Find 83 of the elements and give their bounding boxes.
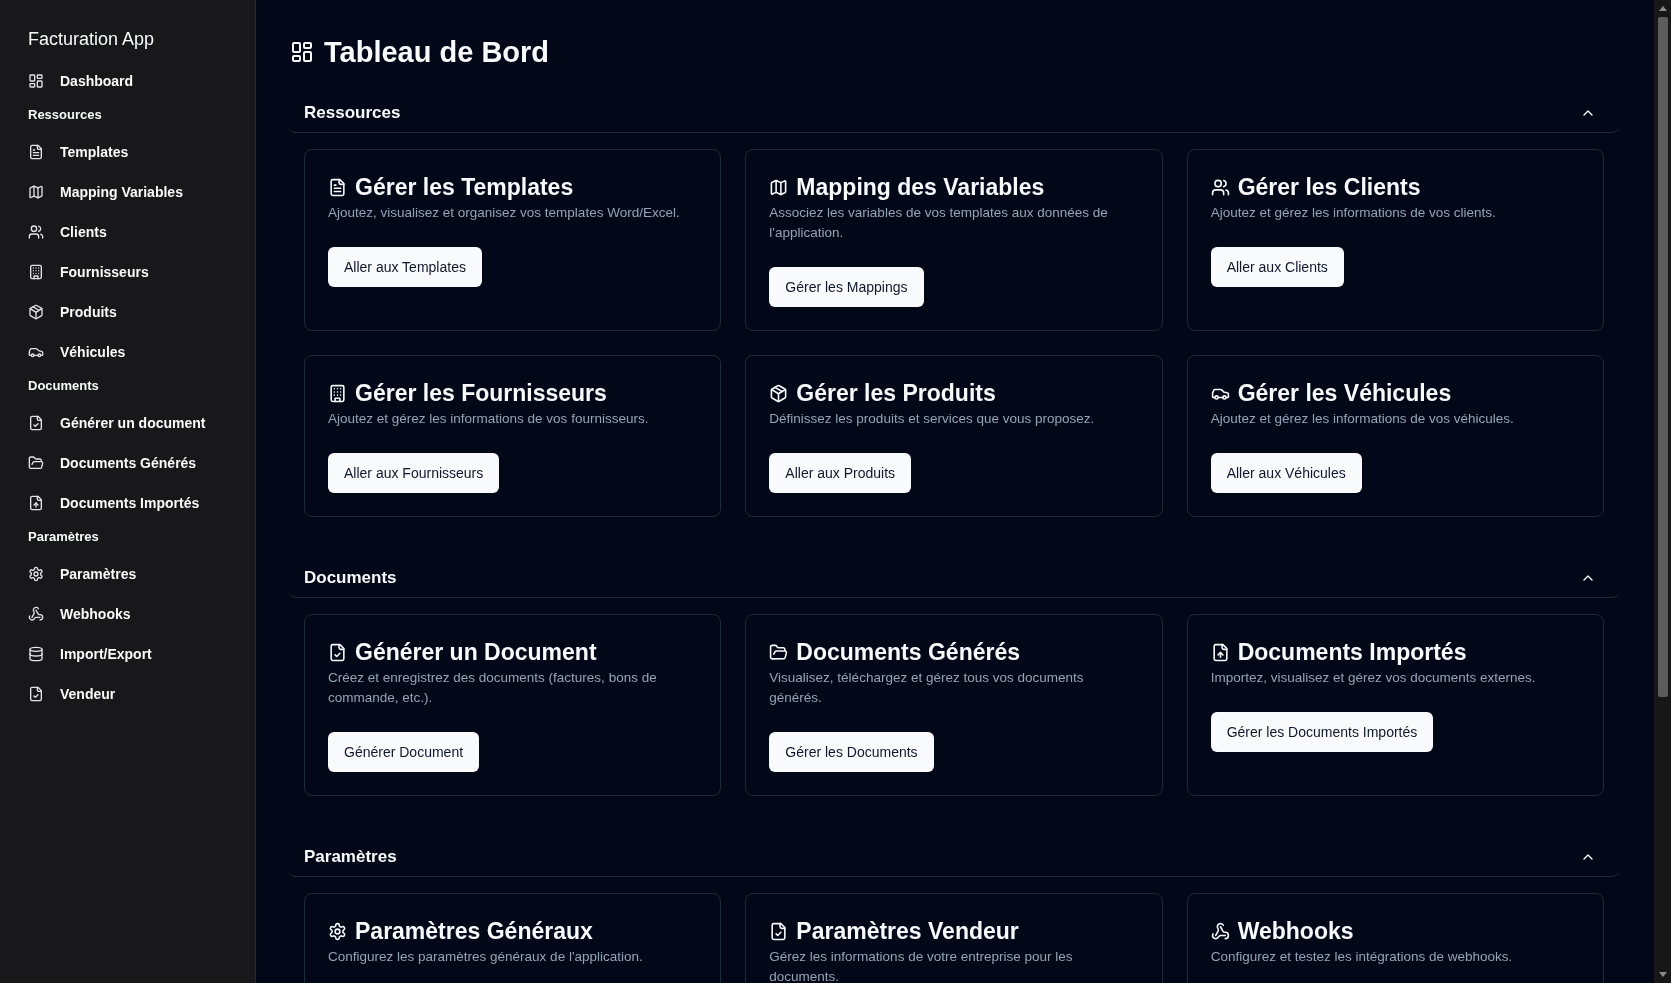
map-icon [28,184,44,200]
dashboard-grid-icon [290,40,314,64]
webhook-icon [1210,921,1230,941]
sidebar-item[interactable]: Clients [28,212,107,252]
settings-icon [328,921,347,941]
card-title: Paramètres Généraux [355,917,593,945]
document-check-icon [28,415,44,431]
card-title: Documents Importés [1237,638,1467,666]
card-description: Créez et enregistrez des documents (factures, bons de commande, etc.). [328,669,658,707]
sidebar-group-label: Ressources [28,106,102,124]
sidebar-item[interactable]: Dashboard [28,61,134,101]
card-description: Configurez et testez les intégrations de webhooks. [1210,948,1513,966]
users-icon [28,224,44,240]
folder-icon [769,642,789,662]
card-title: Gérer les Produits [796,379,996,407]
package-icon [28,304,44,320]
action-button[interactable]: Gérer les Mappings [769,267,924,307]
sidebar-item[interactable]: Import/Export [28,634,152,674]
building-icon [328,383,347,403]
action-button[interactable]: Aller aux Fournisseurs [328,453,500,493]
section-header[interactable]: Paramètres [288,834,1620,877]
action-button[interactable]: Aller aux Templates [328,247,482,287]
app-title: Facturation App [28,28,155,51]
webhook-icon [28,606,44,622]
users-icon [1210,177,1230,197]
card-title: Gérer les Véhicules [1237,379,1452,407]
card-description: Ajoutez et gérez les informations de vos véhicules. [1210,410,1514,428]
page-title: Tableau de Bord [324,35,550,70]
dashboard-grid-icon [28,73,44,89]
document-upload-icon [28,495,44,511]
card-title: Gérer les Fournisseurs [355,379,607,407]
section-header[interactable]: Ressources [288,90,1620,133]
sidebar-item[interactable]: Templates [28,132,129,172]
sidebar-item[interactable]: Paramètres [28,554,137,594]
sidebar-item[interactable]: Mapping Variables [28,172,183,212]
sidebar-group-label: Paramètres [28,528,99,546]
sidebar-item[interactable]: Webhooks [28,594,131,634]
action-button[interactable]: Aller aux Produits [769,453,912,493]
sidebar-item[interactable]: Documents Importés [28,483,200,523]
document-check-icon [769,921,789,941]
card-title: Générer un Document [355,638,597,666]
building-icon [28,264,44,280]
action-button[interactable]: Aller aux Véhicules [1210,453,1362,493]
card-description: Associez les variables de vos templates aux données de l'application. [769,204,1109,242]
map-icon [769,177,789,197]
document-upload-icon [1210,642,1230,662]
card-description: Ajoutez, visualisez et organisez vos templates Word/Excel. [328,204,680,222]
database-icon [28,646,44,662]
document-check-icon [328,642,347,662]
settings-icon [28,566,44,582]
card-description: Ajoutez et gérez les informations de vos clients. [1210,204,1496,222]
card-title: Documents Générés [796,638,1021,666]
sidebar-item[interactable]: Vendeur [28,674,116,714]
sidebar-item[interactable]: Fournisseurs [28,252,149,292]
card-description: Définissez les produits et services que vous proposez. [769,410,1095,428]
document-check-icon [28,686,44,702]
package-icon [769,383,789,403]
card-description: Configurez les paramètres généraux de l'application. [328,948,643,966]
card-description: Ajoutez et gérez les informations de vos fournisseurs. [328,410,649,428]
sidebar-group-label: Documents [28,377,99,395]
sidebar-item[interactable]: Véhicules [28,332,126,372]
card-title: Gérer les Templates [355,173,574,201]
action-button[interactable]: Aller aux Clients [1210,247,1344,287]
sidebar-item[interactable]: Documents Générés [28,443,197,483]
card-title: Webhooks [1237,917,1354,945]
scrollbar-thumb[interactable] [1657,17,1668,697]
folder-icon [28,455,44,471]
sidebar-item[interactable]: Produits [28,292,117,332]
card-description: Visualisez, téléchargez et gérez tous vos documents générés. [769,669,1085,707]
action-button[interactable]: Gérer les Documents Importés [1210,712,1434,752]
section-header[interactable]: Documents [288,555,1620,598]
scroll-up-icon[interactable] [1658,6,1667,11]
card-title: Paramètres Vendeur [796,917,1019,945]
scroll-down-icon[interactable] [1658,972,1667,977]
action-button[interactable]: Gérer les Documents [769,732,934,772]
card-description: Gérez les informations de votre entreprise pour les documents. [769,948,1074,983]
card-title: Gérer les Clients [1237,173,1421,201]
document-icon [28,144,44,160]
card-title: Mapping des Variables [796,173,1045,201]
document-icon [328,177,347,197]
card-description: Importez, visualisez et gérez vos documents externes. [1210,669,1536,687]
action-button[interactable]: Générer Document [328,732,480,772]
sidebar-item[interactable]: Générer un document [28,403,206,443]
